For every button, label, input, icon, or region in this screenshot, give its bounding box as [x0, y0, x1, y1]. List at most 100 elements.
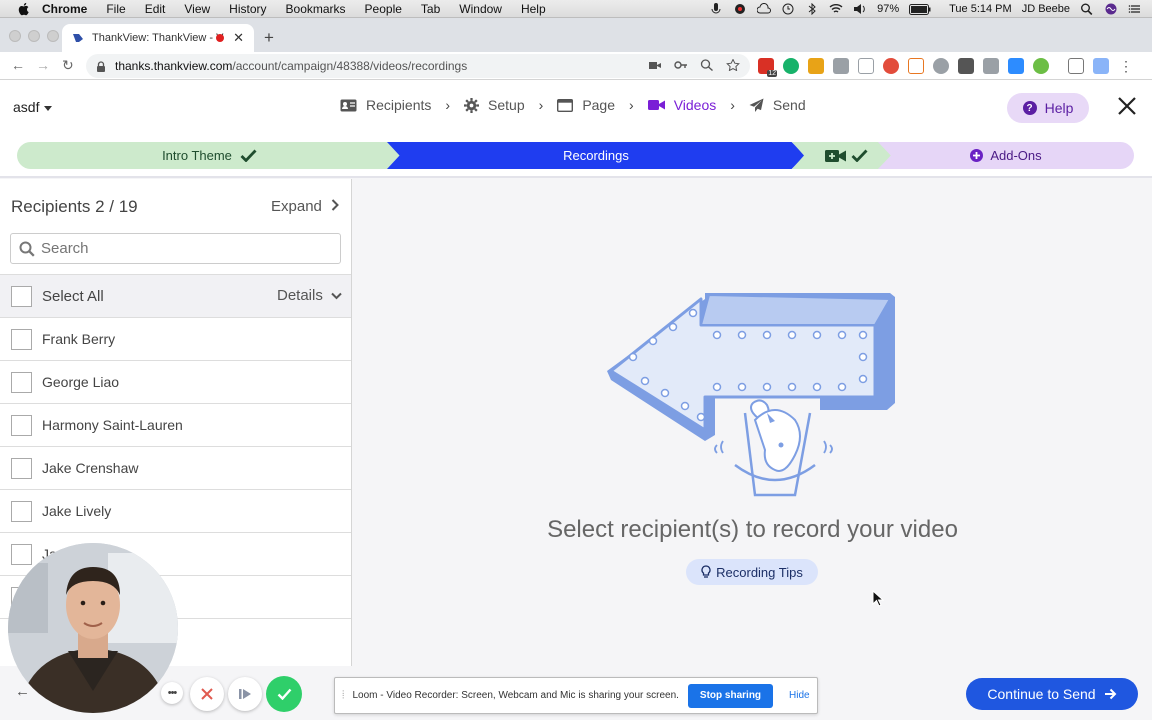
extension-camera-icon[interactable] — [833, 58, 849, 74]
cloud-upload-icon[interactable] — [757, 3, 772, 15]
extension-green-icon[interactable] — [1033, 58, 1049, 74]
step-setup[interactable]: Setup — [464, 97, 525, 113]
stop-sharing-button[interactable]: Stop sharing — [687, 683, 774, 708]
window-minimize-button[interactable] — [28, 30, 40, 42]
progress-recordings[interactable]: Recordings — [387, 142, 805, 169]
extension-jep-icon[interactable] — [933, 58, 949, 74]
reload-icon[interactable]: ↻ — [62, 57, 74, 74]
details-dropdown[interactable]: Details — [277, 287, 342, 304]
menu-user[interactable]: JD Beebe — [1022, 3, 1070, 15]
wifi-icon[interactable] — [829, 3, 843, 15]
progress-recordings-label: Recordings — [563, 148, 629, 163]
loom-more-options-button[interactable]: ••• — [161, 682, 183, 704]
browser-menu-icon[interactable]: ⋮ — [1118, 58, 1134, 74]
menu-edit[interactable]: Edit — [145, 2, 166, 16]
step-videos[interactable]: Videos — [647, 97, 716, 113]
spotlight-search-icon[interactable] — [1080, 3, 1094, 15]
bluetooth-icon[interactable] — [805, 3, 819, 15]
help-button[interactable]: ? Help — [1007, 93, 1089, 123]
volume-icon[interactable] — [853, 3, 867, 15]
extension-zoom-icon[interactable] — [1008, 58, 1024, 74]
recipient-row[interactable]: Harmony Saint-Lauren — [0, 404, 351, 447]
menu-clock[interactable]: Tue 5:14 PM — [949, 3, 1012, 15]
menu-people[interactable]: People — [365, 2, 402, 16]
ellipsis-icon: ••• — [167, 687, 178, 699]
notification-center-icon[interactable] — [1128, 3, 1142, 15]
screen-sharing-message: Loom - Video Recorder: Screen, Webcam an… — [352, 690, 679, 701]
recipient-checkbox[interactable] — [11, 414, 32, 436]
campaign-dropdown[interactable]: asdf — [13, 99, 53, 115]
recipient-checkbox[interactable] — [11, 500, 32, 522]
progress-video-done[interactable] — [792, 142, 892, 169]
step-page[interactable]: Page — [557, 97, 615, 113]
microphone-icon[interactable] — [709, 3, 723, 15]
recipient-row[interactable]: George Liao — [0, 361, 351, 404]
window-zoom-button[interactable] — [47, 30, 59, 42]
recipient-checkbox[interactable] — [11, 457, 32, 479]
search-input[interactable] — [41, 240, 321, 257]
recording-tips-button[interactable]: Recording Tips — [686, 559, 818, 585]
recordings-main-area: Select recipient(s) to record your video… — [353, 179, 1152, 666]
window-close-button[interactable] — [9, 30, 21, 42]
address-bar[interactable]: thanks.thankview.com/account/campaign/48… — [86, 54, 750, 78]
recipient-checkbox[interactable] — [11, 543, 32, 565]
new-tab-button[interactable]: + — [264, 28, 274, 48]
menu-view[interactable]: View — [184, 2, 210, 16]
menu-history[interactable]: History — [229, 2, 266, 16]
apple-icon[interactable] — [16, 1, 32, 17]
extension-grammarly-icon[interactable] — [783, 58, 799, 74]
loom-restart-button[interactable] — [228, 677, 262, 711]
close-icon — [201, 688, 213, 700]
continue-to-send-button[interactable]: Continue to Send — [966, 678, 1138, 710]
extension-facebook-icon[interactable] — [958, 58, 974, 74]
lock-icon[interactable] — [96, 60, 106, 72]
menu-bookmarks[interactable]: Bookmarks — [286, 2, 346, 16]
macos-menu-bar: Chrome File Edit View History Bookmarks … — [0, 0, 1152, 18]
recipient-row[interactable]: Jake Lively — [0, 490, 351, 533]
step-send[interactable]: Send — [749, 97, 806, 113]
extension-arrow-icon[interactable] — [908, 58, 924, 74]
extension-document-icon[interactable] — [858, 58, 874, 74]
forward-arrow-icon[interactable]: → — [36, 57, 50, 73]
extension-honey-icon[interactable] — [808, 58, 824, 74]
recipient-checkbox[interactable] — [11, 371, 32, 393]
menu-file[interactable]: File — [106, 2, 125, 16]
menu-window[interactable]: Window — [459, 2, 502, 16]
zoom-icon[interactable] — [700, 59, 714, 71]
close-icon[interactable] — [1117, 96, 1137, 116]
siri-icon[interactable] — [1104, 3, 1118, 15]
battery-icon[interactable] — [909, 3, 931, 15]
bookmark-star-icon[interactable] — [726, 59, 740, 71]
record-icon[interactable] — [733, 3, 747, 15]
step-recipients[interactable]: Recipients — [340, 97, 431, 113]
progress-intro-theme[interactable]: Intro Theme — [17, 142, 402, 169]
camera-in-use-icon[interactable] — [648, 59, 662, 71]
menu-tab[interactable]: Tab — [421, 2, 440, 16]
hide-button[interactable]: Hide — [789, 690, 810, 701]
key-icon[interactable] — [674, 59, 688, 71]
extension-media-icon[interactable] — [1068, 58, 1084, 74]
extension-calendar-icon[interactable]: 12 — [758, 58, 777, 77]
tab-close-icon[interactable]: ✕ — [233, 30, 244, 46]
recipient-row[interactable]: Jake Crenshaw — [0, 447, 351, 490]
expand-button[interactable]: Expand — [271, 198, 340, 215]
extension-gray-icon[interactable] — [983, 58, 999, 74]
checkmark-icon — [277, 688, 291, 700]
extension-puzzle-icon[interactable] — [1093, 58, 1109, 74]
loom-finish-button[interactable] — [266, 676, 302, 712]
time-machine-icon[interactable] — [781, 3, 795, 15]
menu-app-name[interactable]: Chrome — [42, 2, 87, 16]
loom-cancel-button[interactable] — [190, 677, 224, 711]
menu-help[interactable]: Help — [521, 2, 546, 16]
recipient-row[interactable]: Frank Berry — [0, 318, 351, 361]
recipient-checkbox[interactable] — [11, 328, 32, 350]
back-arrow-icon[interactable]: ← — [11, 57, 25, 73]
back-arrow-icon[interactable]: ← — [15, 683, 30, 700]
extension-lastpass-icon[interactable] — [883, 58, 899, 74]
browser-tab-thankview[interactable]: ThankView: ThankView - V ✕ — [62, 24, 254, 52]
drag-handle-icon[interactable]: ⦙ — [342, 689, 344, 702]
webcam-bubble[interactable] — [8, 543, 178, 713]
select-all-checkbox[interactable] — [11, 285, 32, 307]
progress-add-ons[interactable]: Add-Ons — [878, 142, 1134, 169]
search-box[interactable] — [10, 233, 341, 264]
